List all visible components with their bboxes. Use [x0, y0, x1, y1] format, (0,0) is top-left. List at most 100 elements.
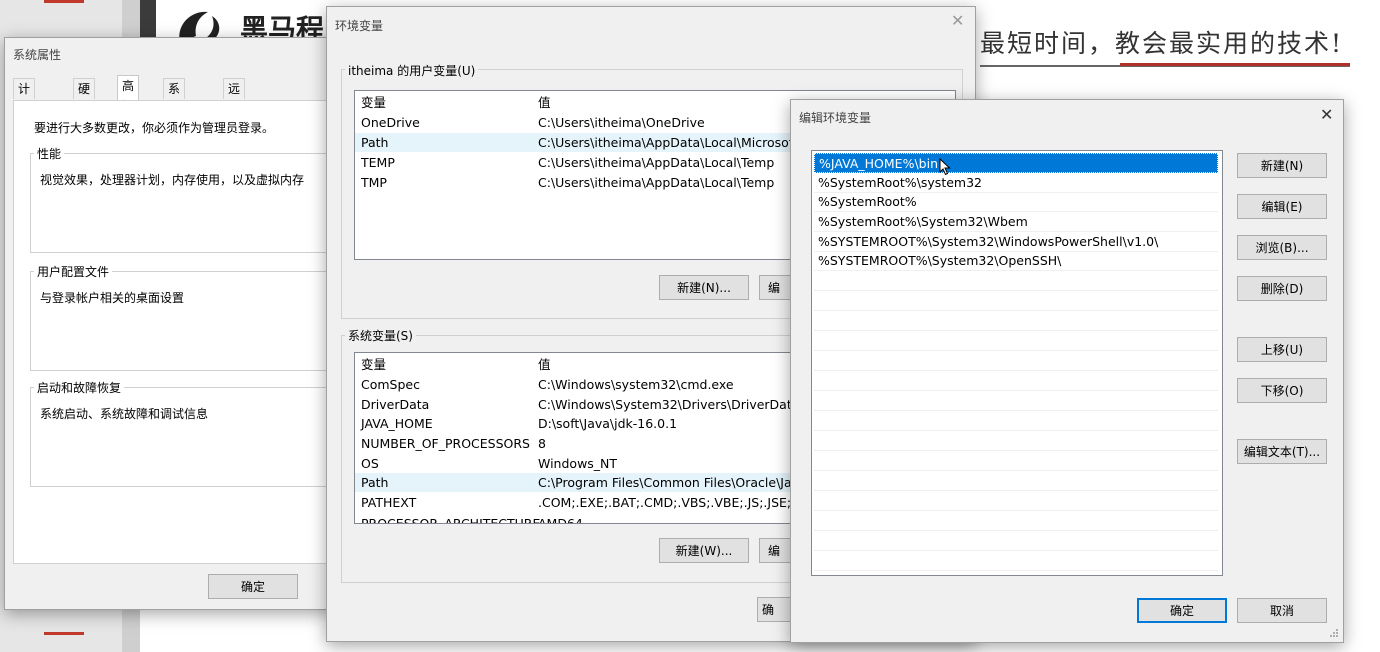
- table-row[interactable]: DriverData C:\Windows\System32\Drivers\D…: [361, 395, 799, 414]
- variable-name: JAVA_HOME: [361, 416, 433, 431]
- close-icon[interactable]: ✕: [951, 11, 964, 30]
- tagline-underline-accent: [1120, 63, 1350, 66]
- table-row[interactable]: NUMBER_OF_PROCESSORS 8: [361, 434, 546, 453]
- startup-recovery-label: 启动和故障恢复: [34, 379, 125, 396]
- empty-list-row[interactable]: [814, 271, 1218, 291]
- edit-button[interactable]: 编辑(E): [1237, 194, 1327, 219]
- empty-list-row[interactable]: [814, 331, 1218, 351]
- admin-notice: 要进行大多数更改，你必须作为管理员登录。: [34, 121, 275, 135]
- table-row[interactable]: ComSpec C:\Windows\system32\cmd.exe: [361, 375, 734, 394]
- variable-value: C:\Windows\System32\Drivers\DriverData: [538, 397, 800, 412]
- user-new-button[interactable]: 新建(N)...: [659, 275, 749, 300]
- column-header-variable[interactable]: 变量: [361, 357, 386, 372]
- empty-list-row[interactable]: [814, 451, 1218, 471]
- empty-list-row[interactable]: [814, 311, 1218, 331]
- variable-name: PROCESSOR_ARCHITECTURE: [361, 516, 541, 524]
- variable-name: TMP: [361, 175, 387, 190]
- variable-value: C:\Users\itheima\AppData\Local\Temp: [538, 175, 775, 190]
- startup-recovery-group: [30, 387, 352, 487]
- window-title: 环境变量: [335, 19, 384, 33]
- user-profile-group: [30, 271, 352, 371]
- list-item[interactable]: %SystemRoot%: [814, 192, 1218, 212]
- table-row[interactable]: OS Windows_NT: [361, 454, 617, 473]
- list-item[interactable]: %SYSTEMROOT%\System32\WindowsPowerShell\…: [814, 232, 1218, 252]
- close-icon[interactable]: ✕: [1320, 105, 1333, 124]
- column-header-value[interactable]: 值: [538, 355, 551, 374]
- empty-list-row[interactable]: [814, 351, 1218, 371]
- mouse-cursor-icon: [939, 158, 951, 176]
- variable-name: DriverData: [361, 397, 430, 412]
- list-item[interactable]: %SystemRoot%\system32: [814, 173, 1218, 193]
- move-down-button[interactable]: 下移(O): [1237, 378, 1327, 403]
- variable-value: C:\Users\itheima\OneDrive: [538, 115, 705, 130]
- table-row[interactable]: PATHEXT .COM;.EXE;.BAT;.CMD;.VBS;.VBE;.J…: [361, 493, 815, 512]
- advanced-tab-panel: 要进行大多数更改，你必须作为管理员登录。 性能 视觉效果，处理器计划，内存使用，…: [13, 100, 352, 564]
- path-entries-list[interactable]: %JAVA_HOME%\bin %SystemRoot%\system32 %S…: [811, 150, 1223, 576]
- variable-value: C:\Users\itheima\AppData\Local\Microsoft: [538, 135, 798, 150]
- move-up-button[interactable]: 上移(U): [1237, 337, 1327, 362]
- variable-value: C:\Program Files\Common Files\Oracle\Jav: [538, 475, 800, 490]
- performance-label: 性能: [34, 145, 65, 162]
- column-header-row: 变量 值: [361, 93, 551, 112]
- window-title: 编辑环境变量: [799, 111, 872, 125]
- tab-computer-name[interactable]: 计算机名: [13, 78, 36, 156]
- strip-marker: [44, 632, 84, 635]
- empty-list-row[interactable]: [814, 511, 1218, 531]
- empty-list-row[interactable]: [814, 551, 1218, 571]
- tab-system-protection[interactable]: 系统保护: [163, 78, 186, 156]
- column-header-row: 变量 值: [361, 355, 551, 374]
- tab-advanced[interactable]: 高级: [117, 75, 140, 113]
- empty-list-row[interactable]: [814, 391, 1218, 411]
- strip-marker: [44, 0, 84, 3]
- tab-remote[interactable]: 远程: [223, 78, 246, 116]
- edit-text-button[interactable]: 编辑文本(T)...: [1237, 439, 1327, 464]
- ok-button[interactable]: 确定: [208, 574, 298, 599]
- edit-environment-variable-window: 编辑环境变量 ✕ %JAVA_HOME%\bin %SystemRoot%\sy…: [790, 99, 1344, 643]
- column-header-variable[interactable]: 变量: [361, 95, 386, 110]
- variable-value: 8: [538, 436, 546, 451]
- variable-value: Windows_NT: [538, 456, 618, 471]
- user-profile-description: 与登录帐户相关的桌面设置: [40, 291, 185, 305]
- variable-name: OneDrive: [361, 115, 420, 130]
- user-variables-label: itheima 的用户变量(U): [345, 62, 479, 79]
- ok-button[interactable]: 确定: [1137, 598, 1227, 623]
- performance-group: [30, 153, 352, 253]
- list-item[interactable]: %SystemRoot%\System32\Wbem: [814, 212, 1218, 232]
- delete-button[interactable]: 删除(D): [1237, 276, 1327, 301]
- browse-button[interactable]: 浏览(B)...: [1237, 235, 1327, 260]
- system-properties-window: 系统属性 计算机名 硬件 高级 系统保护 远程 要进行大多数更改，你必须作为管理…: [4, 37, 352, 610]
- slide-tagline: 最短时间，教会最实用的技术!: [980, 29, 1344, 58]
- empty-list-row[interactable]: [814, 531, 1218, 551]
- variable-name: Path: [361, 475, 389, 490]
- tab-hardware[interactable]: 硬件: [73, 78, 96, 116]
- empty-list-row[interactable]: [814, 291, 1218, 311]
- table-row[interactable]: PROCESSOR_ARCHITECTURE AMD64: [361, 514, 583, 524]
- variable-value: AMD64: [538, 516, 583, 524]
- resize-grip-icon[interactable]: [1329, 628, 1339, 638]
- column-header-value[interactable]: 值: [538, 93, 551, 112]
- empty-list-row[interactable]: [814, 411, 1218, 431]
- empty-list-row[interactable]: [814, 471, 1218, 491]
- window-title: 系统属性: [13, 48, 62, 62]
- variable-name: TEMP: [361, 155, 395, 170]
- empty-list-row[interactable]: [814, 371, 1218, 391]
- list-item[interactable]: %SYSTEMROOT%\System32\OpenSSH\: [814, 251, 1218, 271]
- variable-name: ComSpec: [361, 377, 420, 392]
- new-button[interactable]: 新建(N): [1237, 153, 1327, 178]
- variable-value: .COM;.EXE;.BAT;.CMD;.VBS;.VBE;.JS;.JSE;.…: [538, 495, 816, 510]
- system-new-button[interactable]: 新建(W)...: [659, 538, 749, 563]
- variable-value: D:\soft\Java\jdk-16.0.1: [538, 416, 678, 431]
- variable-name: PATHEXT: [361, 495, 417, 510]
- variable-name: Path: [361, 135, 389, 150]
- system-variables-label: 系统变量(S): [345, 327, 416, 344]
- variable-value: C:\Users\itheima\AppData\Local\Temp: [538, 155, 775, 170]
- variable-name: NUMBER_OF_PROCESSORS: [361, 436, 530, 451]
- user-profile-label: 用户配置文件: [34, 263, 113, 280]
- cancel-button[interactable]: 取消: [1237, 598, 1327, 623]
- empty-list-row[interactable]: [814, 431, 1218, 451]
- table-row[interactable]: JAVA_HOME D:\soft\Java\jdk-16.0.1: [361, 414, 677, 433]
- empty-list-row[interactable]: [814, 491, 1218, 511]
- variable-name: OS: [361, 456, 379, 471]
- variable-value: C:\Windows\system32\cmd.exe: [538, 377, 734, 392]
- list-item[interactable]: %JAVA_HOME%\bin: [814, 153, 1218, 173]
